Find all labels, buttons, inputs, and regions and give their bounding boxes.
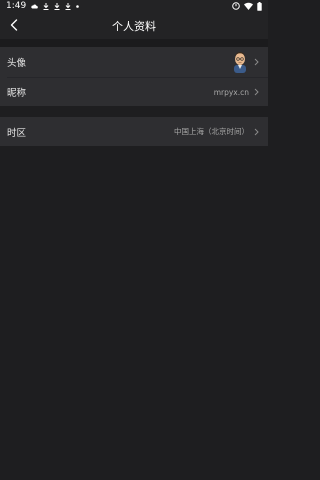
- back-button[interactable]: [4, 15, 24, 35]
- chevron-right-icon: [252, 57, 260, 67]
- section-gap: [0, 39, 268, 47]
- timezone-value: 中国上海（北京时间）: [174, 127, 249, 136]
- chevron-right-icon: [252, 87, 260, 97]
- avatar-row[interactable]: 头像: [0, 47, 268, 77]
- timezone-row-right: 中国上海（北京时间）: [174, 126, 260, 137]
- cloud-icon: [31, 4, 39, 9]
- nickname-label: 昵称: [7, 88, 27, 99]
- page-title: 个人资料: [112, 19, 156, 33]
- timezone-row[interactable]: 时区 中国上海（北京时间）: [0, 117, 268, 146]
- nickname-row[interactable]: 昵称 mrpyx.cn: [0, 78, 268, 106]
- avatar-label: 头像: [7, 58, 27, 69]
- app-bar: 个人资料: [0, 12, 268, 39]
- status-bar: 1:49: [0, 0, 268, 12]
- sync-icon: [232, 2, 240, 10]
- avatar: [231, 51, 249, 73]
- download-icon: [43, 2, 49, 10]
- nickname-row-right: mrpyx.cn: [214, 87, 260, 97]
- wifi-icon: [244, 2, 253, 10]
- timezone-label: 时区: [7, 127, 27, 139]
- back-arrow-icon: [10, 16, 18, 35]
- section-gap: [0, 106, 268, 117]
- chevron-right-icon: [252, 127, 260, 137]
- dot-icon: [76, 4, 80, 8]
- profile-group: 头像 昵称 mrpyx.cn: [0, 47, 268, 106]
- download-icon: [65, 2, 71, 10]
- download-icon: [54, 2, 60, 10]
- battery-icon: [257, 1, 262, 11]
- status-time: 1:49: [6, 1, 27, 11]
- nickname-value: mrpyx.cn: [213, 87, 249, 97]
- status-left: 1:49: [6, 1, 80, 11]
- avatar-row-right: [231, 51, 260, 73]
- status-right: [232, 1, 262, 11]
- settings-group: 时区 中国上海（北京时间）: [0, 117, 268, 146]
- profile-screen: 1:49 个人资料 头像 昵称 mrpyx.cn 时区 中国上海（北京时间）: [0, 0, 268, 480]
